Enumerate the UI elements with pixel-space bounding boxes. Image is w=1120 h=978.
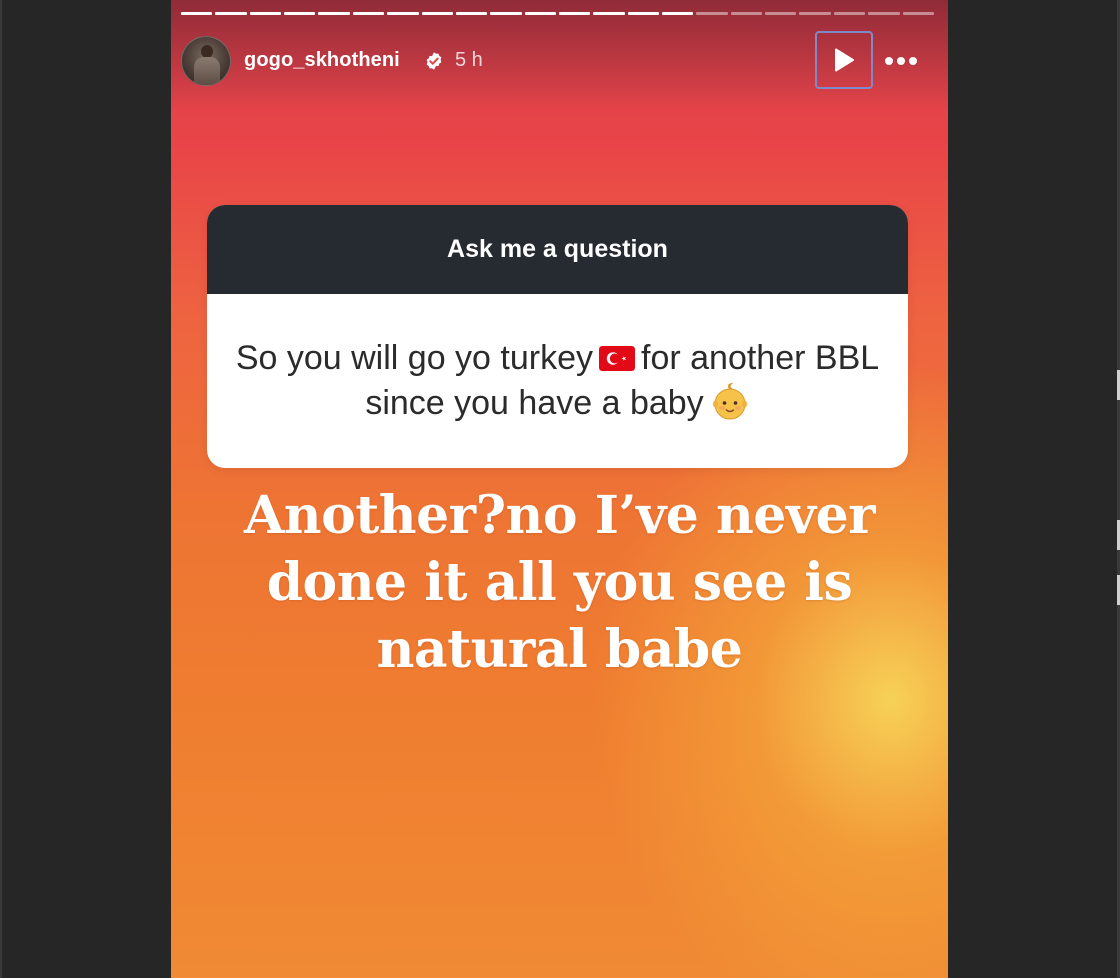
- story-progress-segment: [627, 12, 660, 15]
- story-progress-segment: [352, 12, 385, 15]
- more-options-button[interactable]: [881, 46, 921, 76]
- story-progress-segment: [833, 12, 866, 15]
- story-progress-segment: [421, 12, 453, 15]
- story-progress-segment: [593, 12, 625, 15]
- more-dot: [897, 57, 905, 65]
- question-sticker[interactable]: Ask me a question So you will go yo turk…: [207, 205, 908, 468]
- answer-text: Another?no I’ve never done it all you se…: [243, 485, 876, 680]
- question-text-part1: So you will go yo turkey: [235, 339, 593, 377]
- play-icon: [835, 48, 854, 72]
- window-edge-left: [0, 0, 2, 978]
- story-progress-segment: [284, 12, 316, 15]
- baby-face-icon: [712, 382, 747, 420]
- app-window: gogo_skhotheni 5 h Ask me a question So …: [0, 0, 1120, 978]
- story-viewer[interactable]: gogo_skhotheni 5 h Ask me a question So …: [171, 0, 948, 978]
- story-progress-segment: [558, 12, 591, 15]
- turkey-flag-icon: [599, 346, 635, 371]
- story-progress-segment: [765, 12, 797, 15]
- story-progress-segment: [318, 12, 350, 15]
- play-button[interactable]: [815, 31, 873, 89]
- story-progress-segment: [249, 12, 282, 15]
- story-progress-segment: [215, 12, 247, 15]
- story-progress-segment: [490, 12, 522, 15]
- story-progress-segment: [524, 12, 556, 15]
- story-progress-segment: [799, 12, 831, 15]
- username-link[interactable]: gogo_skhotheni: [244, 49, 400, 72]
- story-progress-bar: [181, 12, 934, 15]
- story-header: gogo_skhotheni 5 h: [181, 31, 941, 89]
- story-progress-segment: [868, 12, 900, 15]
- more-dot: [909, 57, 917, 65]
- verified-badge-icon: [426, 52, 442, 70]
- story-progress-segment: [696, 12, 728, 15]
- post-time: 5 h: [455, 49, 483, 71]
- question-text: So you will go yo turkey for another BBL…: [207, 294, 908, 468]
- story-progress-segment: [387, 12, 419, 15]
- question-sticker-title: Ask me a question: [207, 205, 908, 294]
- story-progress-segment: [181, 12, 213, 15]
- avatar[interactable]: [181, 36, 231, 86]
- story-progress-segment: [662, 12, 694, 15]
- story-progress-segment: [455, 12, 488, 15]
- more-dots-icon: [885, 57, 893, 65]
- story-progress-segment: [730, 12, 763, 15]
- story-progress-segment: [902, 12, 934, 15]
